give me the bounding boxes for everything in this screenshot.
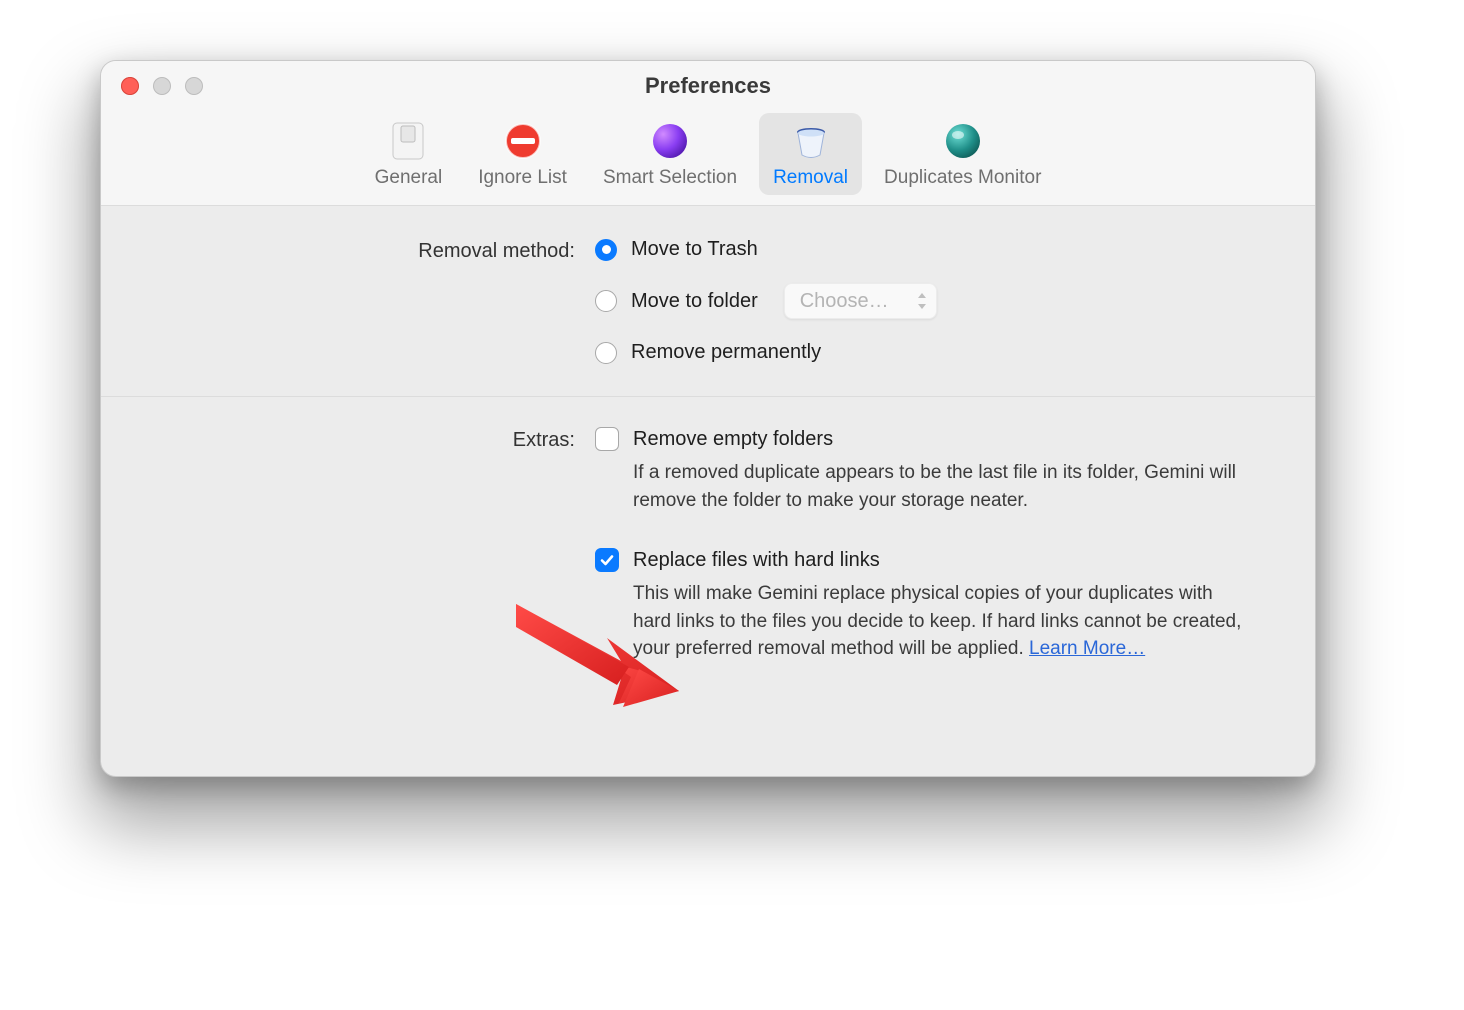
tab-smart-selection[interactable]: Smart Selection [589,113,751,195]
tab-label: Ignore List [478,167,567,189]
checkbox-label: Remove empty folders [633,428,833,451]
remove-empty-folders-help: If a removed duplicate appears to be the… [633,459,1253,514]
tab-label: General [375,167,443,189]
choose-folder-placeholder: Choose… [800,290,889,313]
checkbox-indicator [595,548,619,572]
checkbox-label: Replace files with hard links [633,549,880,572]
checkbox-indicator [595,427,619,451]
tab-removal[interactable]: Removal [759,113,862,195]
checkbox-hard-links[interactable]: Replace files with hard links [595,548,1261,572]
preferences-tabs: General Ignore List [101,111,1315,206]
checkbox-remove-empty-folders[interactable]: Remove empty folders [595,427,1261,451]
minimize-window-button[interactable] [153,77,171,95]
removal-method-label: Removal method: [155,238,575,263]
sphere-icon [648,119,692,163]
window-title: Preferences [645,73,771,99]
removal-pane: Removal method: Move to Trash Move to fo… [101,206,1315,695]
preferences-window: Preferences General [100,60,1316,777]
radio-remove-permanently[interactable]: Remove permanently [595,341,1261,364]
window-controls [121,77,203,95]
learn-more-link[interactable]: Learn More… [1029,638,1145,659]
tab-ignore-list[interactable]: Ignore List [464,113,581,195]
hard-links-help: This will make Gemini replace physical c… [633,580,1253,663]
switch-icon [386,119,430,163]
choose-folder-popup[interactable]: Choose… [784,283,937,319]
radio-indicator [595,342,617,364]
radio-move-to-trash[interactable]: Move to Trash [595,238,1261,261]
titlebar: Preferences [101,61,1315,111]
radio-label: Move to Trash [631,238,758,261]
radio-label: Remove permanently [631,341,821,364]
radio-label: Move to folder [631,290,758,313]
close-window-button[interactable] [121,77,139,95]
lens-icon [941,119,985,163]
zoom-window-button[interactable] [185,77,203,95]
trash-icon [789,119,833,163]
no-entry-icon [501,119,545,163]
radio-indicator [595,290,617,312]
section-divider [101,396,1315,397]
radio-indicator [595,239,617,261]
tab-label: Smart Selection [603,167,737,189]
tab-label: Removal [773,167,848,189]
tab-duplicates-monitor[interactable]: Duplicates Monitor [870,113,1055,195]
radio-move-to-folder[interactable]: Move to folder Choose… [595,283,1261,319]
chevrons-up-down-icon [917,292,927,310]
tab-general[interactable]: General [361,113,457,195]
extras-label: Extras: [155,427,575,452]
hard-links-help-text: This will make Gemini replace physical c… [633,583,1241,659]
tab-label: Duplicates Monitor [884,167,1041,189]
